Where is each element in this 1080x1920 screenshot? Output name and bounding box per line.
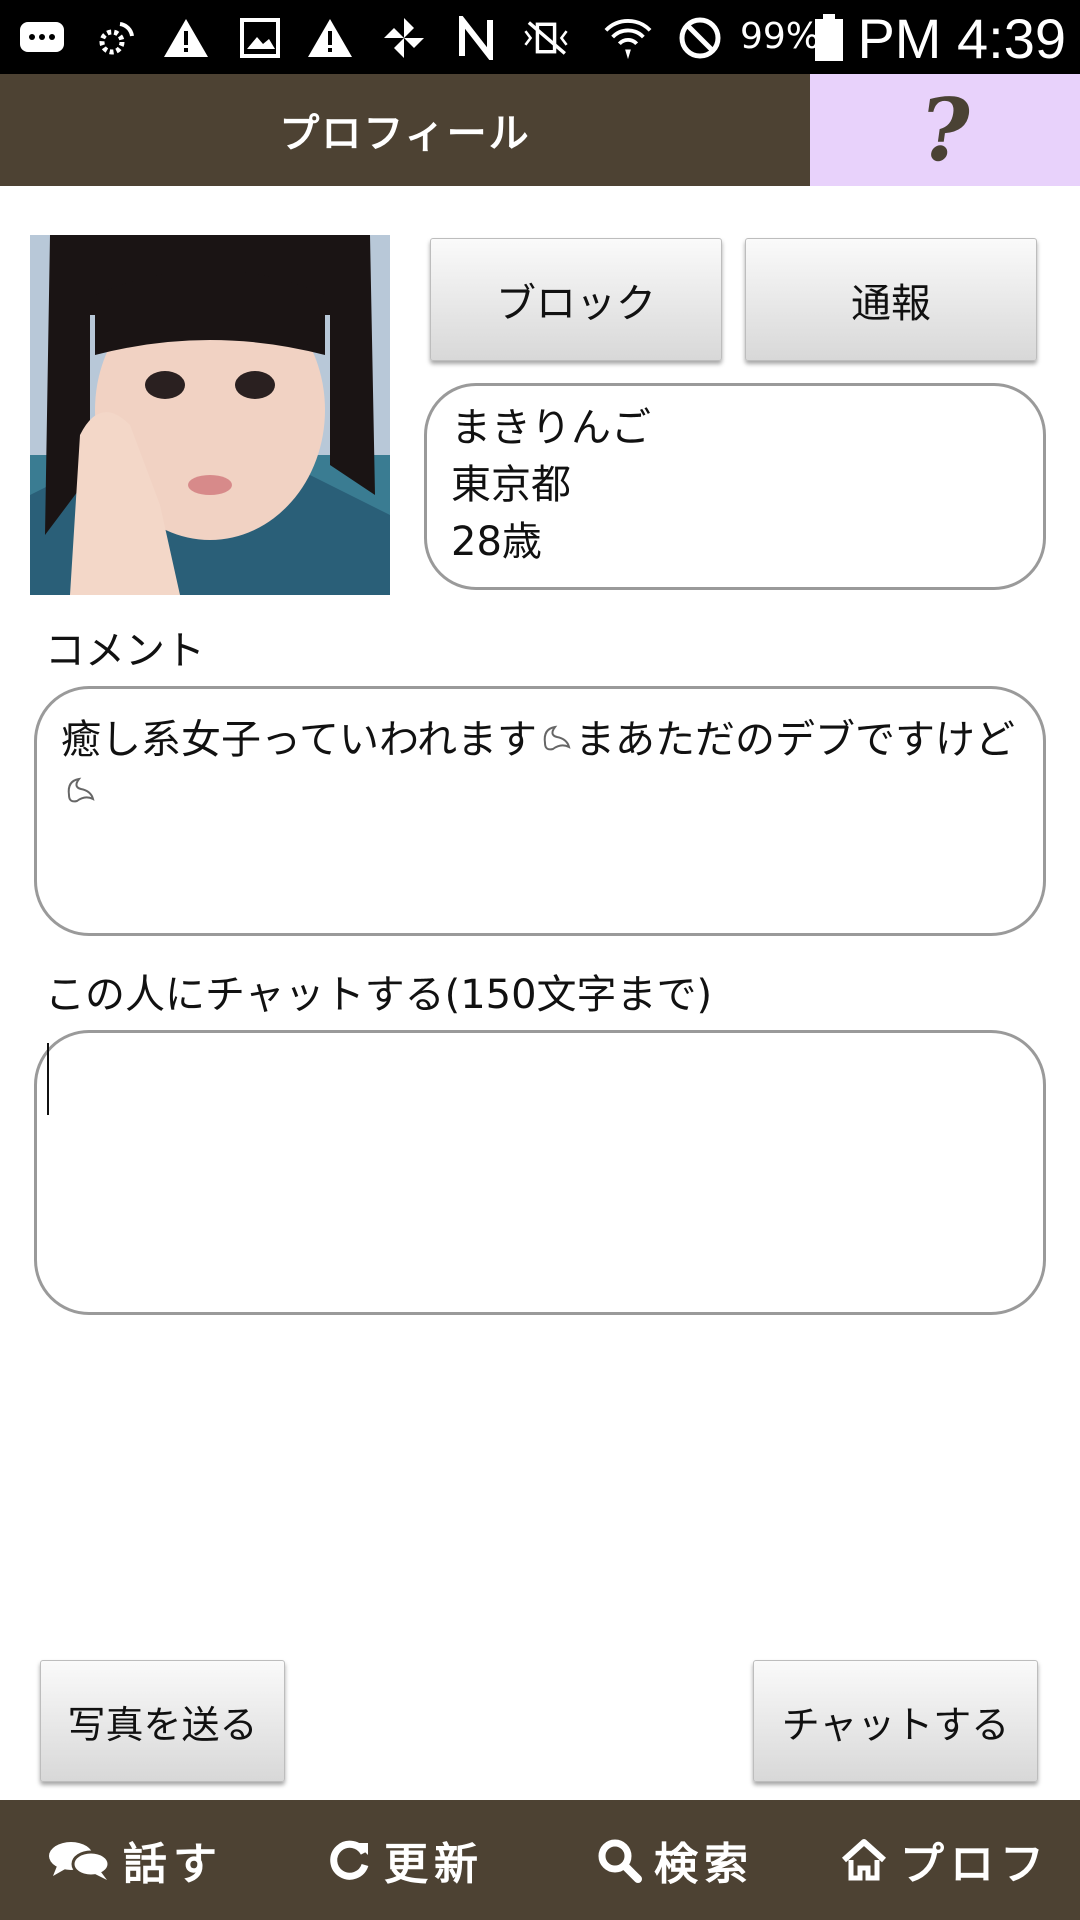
wifi-icon [604, 14, 652, 62]
avatar [30, 235, 390, 595]
report-button[interactable]: 通報 [745, 238, 1037, 361]
comment-text-part2: まあただのデブですけど [575, 717, 1015, 763]
do-not-disturb-icon [676, 14, 724, 62]
warning-icon [162, 14, 210, 62]
send-photo-button[interactable]: 写真を送る [40, 1660, 285, 1782]
nav-talk[interactable]: 話す [0, 1828, 270, 1892]
app-header: プロフィール ? [0, 74, 1080, 186]
nav-search-label: 検索 [654, 1839, 754, 1890]
comment-label: コメント [45, 628, 205, 674]
battery-icon [814, 14, 844, 62]
battery-percent: 99% [740, 16, 821, 57]
sweat-drop-icon [539, 717, 573, 767]
profile-name: まきりんご [451, 405, 651, 451]
vibrate-mute-icon [522, 14, 570, 62]
comment-box: 癒し系女子っていわれます まあただのデブですけど [34, 686, 1046, 936]
gear-wifi-icon [92, 14, 140, 62]
image-icon [236, 14, 284, 62]
sweat-drop-icon-2 [63, 769, 97, 819]
profile-location: 東京都 [451, 462, 571, 508]
bottom-nav: 話す 更新 検索 プロフ [0, 1800, 1080, 1920]
send-chat-button[interactable]: チャットする [753, 1660, 1038, 1782]
warning-icon-2 [306, 14, 354, 62]
nav-refresh[interactable]: 更新 [270, 1828, 540, 1892]
pinwheel-icon [380, 14, 428, 62]
clock: PM 4:39 [857, 7, 1066, 70]
nfc-icon [452, 14, 500, 62]
chat-label: この人にチャットする(150文字まで) [45, 972, 713, 1018]
home-icon [841, 1839, 887, 1881]
nav-profile-label: プロフ [900, 1839, 1050, 1890]
search-icon [598, 1839, 642, 1883]
nav-search[interactable]: 検索 [540, 1828, 810, 1892]
page-title: プロフィール [0, 74, 810, 186]
refresh-icon [330, 1840, 369, 1880]
help-button[interactable]: ? [810, 74, 1080, 186]
text-caret [47, 1043, 49, 1115]
status-bar: 99% PM 4:39 [0, 0, 1080, 74]
help-icon: ? [912, 79, 978, 181]
chat-message-input[interactable] [34, 1030, 1046, 1315]
nav-profile[interactable]: プロフ [810, 1828, 1080, 1892]
nav-refresh-label: 更新 [384, 1839, 484, 1890]
profile-info-box: まきりんご 東京都 28歳 [424, 383, 1046, 590]
comment-text-part1: 癒し系女子っていわれます [61, 717, 537, 763]
chat-notification-icon [18, 14, 66, 62]
profile-age: 28歳 [451, 519, 542, 565]
block-button[interactable]: ブロック [430, 238, 722, 361]
speech-bubbles-icon [49, 1842, 111, 1880]
nav-talk-label: 話す [123, 1839, 223, 1890]
